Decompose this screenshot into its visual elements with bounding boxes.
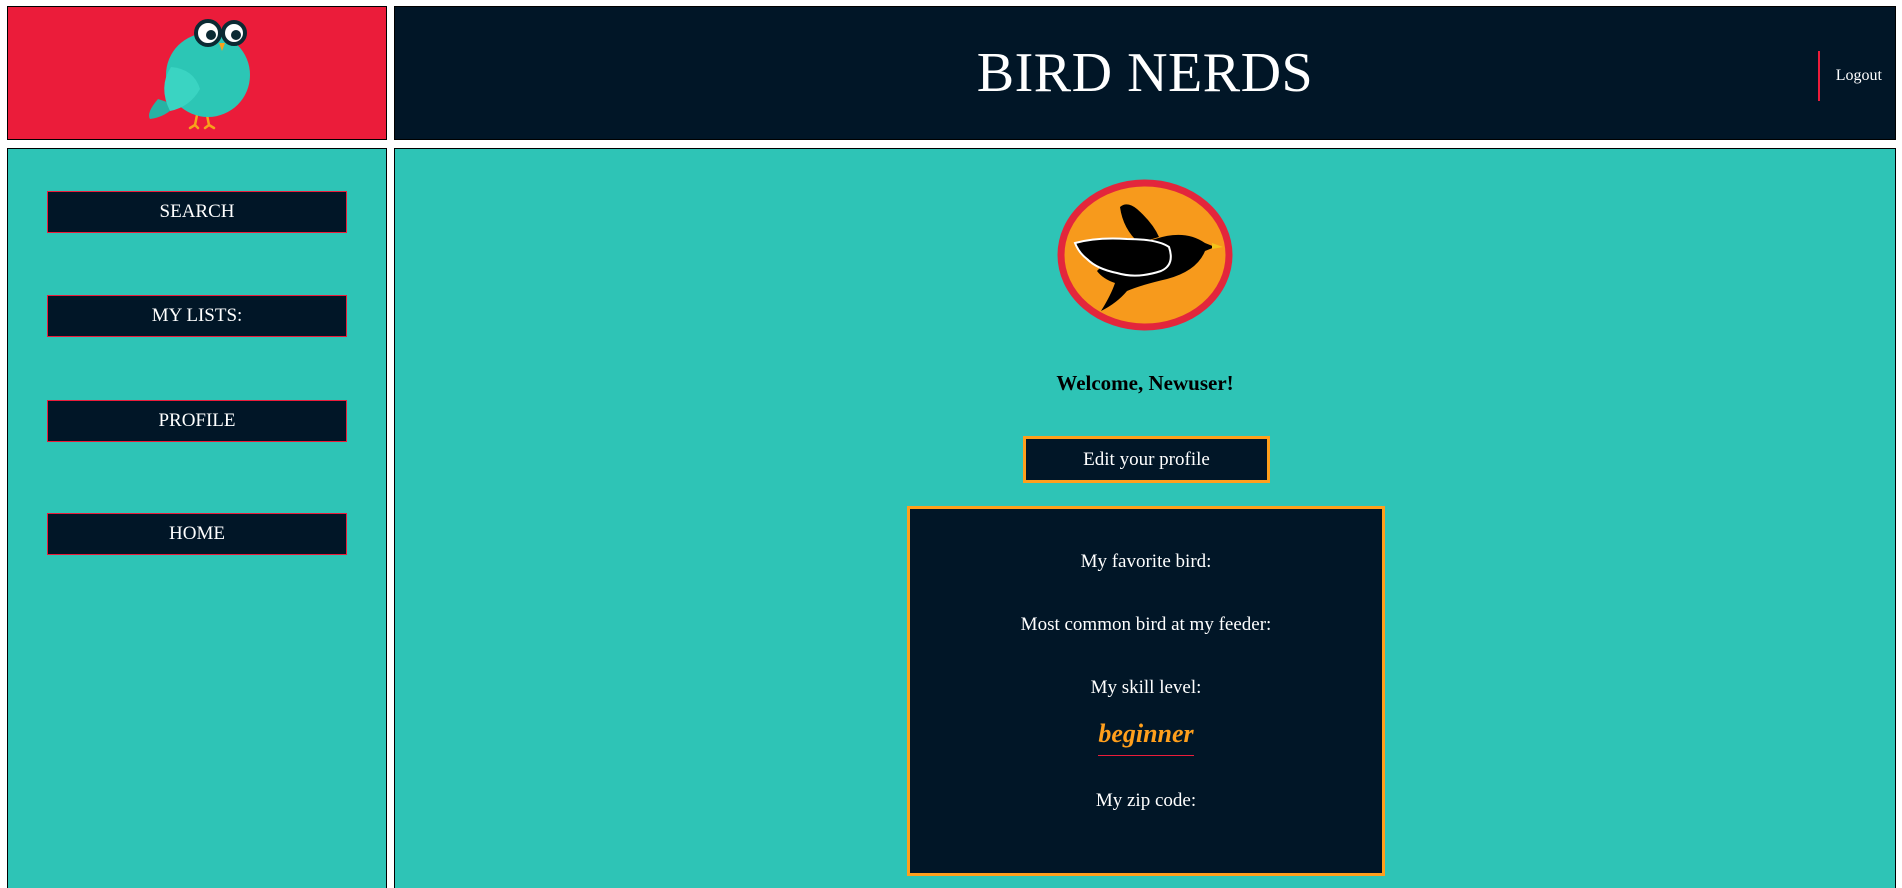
site-title: BIRD NERDS [976,42,1314,104]
sidebar-item-my-lists[interactable]: MY LISTS: [47,295,347,337]
flying-bird-badge-icon [1057,179,1233,331]
header-bar: BIRD NERDS Logout [394,6,1896,140]
favorite-bird-label: My favorite bird: [1080,551,1212,572]
edit-profile-button[interactable]: Edit your profile [1023,436,1270,483]
sidebar-item-home[interactable]: HOME [47,513,347,555]
logo-panel [7,6,387,140]
profile-card: My favorite bird: Most common bird at my… [907,506,1385,876]
feeder-bird-label: Most common bird at my feeder: [1020,614,1272,635]
skill-level-label: My skill level: [1090,677,1202,698]
sidebar-item-profile[interactable]: PROFILE [47,400,347,442]
welcome-message: Welcome, Newuser! [1056,371,1234,395]
skill-level-value-container: beginner [910,719,1382,756]
logout-link[interactable]: Logout [1817,51,1882,101]
sidebar: SEARCH MY LISTS: PROFILE HOME [7,148,387,888]
zip-code-label: My zip code: [1095,790,1197,811]
owl-bird-logo-icon [149,19,250,130]
skill-level-value: beginner [1098,719,1194,756]
main-content: Welcome, Newuser! Edit your profile My f… [394,148,1896,888]
sidebar-item-search[interactable]: SEARCH [47,191,347,233]
